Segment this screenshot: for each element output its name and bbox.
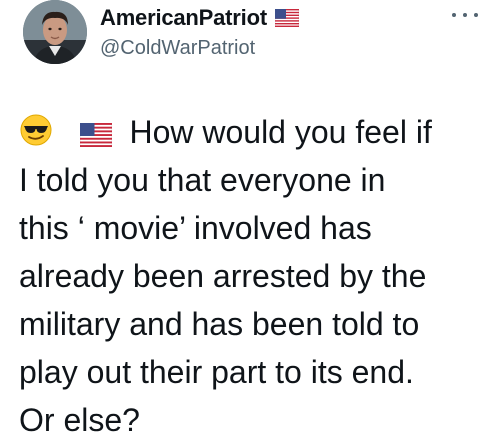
tweet-card: AmericanPatriot @ColdWarPatriot How woul… [0,0,500,438]
more-dot [463,13,467,17]
sunglasses-face-icon [19,113,53,147]
tweet-line-5: military and has been told to [19,306,420,342]
tweet-text: How would you feel if I told you that ev… [19,108,489,444]
author-avatar[interactable] [23,0,87,64]
tweet-line-2: I told you that everyone in [19,162,386,198]
more-dot [474,13,478,17]
tweet-line-text: How would you feel if [129,114,432,150]
us-flag-icon [274,9,299,27]
tweet-line-7: Or else? [19,402,140,438]
author-name-row: AmericanPatriot [100,4,299,32]
profile-photo-icon [23,0,87,64]
more-dot [452,13,456,17]
author-display-name[interactable]: AmericanPatriot [100,5,267,31]
us-flag-icon [79,123,112,147]
tweet-line-4: already been arrested by the [19,258,427,294]
tweet-line-3: this ‘ movie’ involved has [19,210,372,246]
tweet-line-1: How would you feel if [19,108,489,156]
author-handle[interactable]: @ColdWarPatriot [100,37,255,60]
tweet-line-6: play out their part to its end. [19,354,414,390]
more-options-icon[interactable] [452,8,478,22]
